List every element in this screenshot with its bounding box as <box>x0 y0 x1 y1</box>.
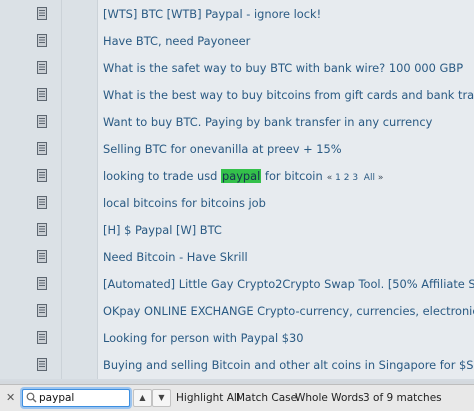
find-input[interactable]: paypal <box>22 389 130 407</box>
document-icon <box>37 115 47 128</box>
thread-title-link[interactable]: looking to trade usd paypal for bitcoin «… <box>103 162 383 190</box>
search-match-highlight: paypal <box>220 169 262 183</box>
thread-title-link[interactable]: [WTS] BTC [WTB] Paypal - ignore lock! <box>103 0 321 28</box>
highlight-all-toggle[interactable]: Highlight All <box>176 389 240 407</box>
document-icon <box>37 34 47 47</box>
search-icon <box>26 392 37 403</box>
thread-row: What is the safet way to buy BTC with ba… <box>0 54 474 84</box>
document-icon <box>37 304 47 317</box>
page-link-all[interactable]: All <box>364 173 375 183</box>
thread-title-link[interactable]: OKpay ONLINE EXCHANGE Crypto-currency, c… <box>103 297 474 325</box>
thread-title-link[interactable]: [Automated] Little Gay Crypto2Crypto Swa… <box>103 270 474 298</box>
title-text: for bitcoin <box>261 169 323 183</box>
match-case-toggle[interactable]: Match Case <box>236 389 297 407</box>
document-icon <box>37 196 47 209</box>
title-text: looking to trade usd <box>103 169 221 183</box>
page-prev-link[interactable]: « <box>327 173 333 183</box>
find-input-value: paypal <box>39 392 75 404</box>
document-icon <box>37 223 47 236</box>
page-next-link[interactable]: » <box>378 173 384 183</box>
thread-row: Looking for person with Paypal $30 <box>0 324 474 354</box>
find-previous-button[interactable]: ▲ <box>133 389 152 407</box>
thread-row: Have BTC, need Payoneer <box>0 27 474 57</box>
document-icon <box>37 169 47 182</box>
thread-row: [H] $ Paypal [W] BTC <box>0 216 474 246</box>
thread-title-link[interactable]: Need Bitcoin - Have Skrill <box>103 243 248 271</box>
document-icon <box>37 88 47 101</box>
thread-row: Want to buy BTC. Paying by bank transfer… <box>0 108 474 138</box>
close-icon[interactable]: ✕ <box>6 391 15 405</box>
thread-list: [WTS] BTC [WTB] Paypal - ignore lock! Ha… <box>0 0 474 381</box>
thread-row: [WTS] BTC [WTB] Paypal - ignore lock! <box>0 0 474 30</box>
thread-row: Buying and selling Bitcoin and other alt… <box>0 351 474 381</box>
thread-row: Need Bitcoin - Have Skrill <box>0 243 474 273</box>
document-icon <box>37 358 47 371</box>
thread-row: looking to trade usd paypal for bitcoin «… <box>0 162 474 192</box>
page-link-3[interactable]: 3 <box>352 173 358 183</box>
thread-title-link[interactable]: What is the best way to buy bitcoins fro… <box>103 81 474 109</box>
thread-title-link[interactable]: local bitcoins for bitcoins job <box>103 189 266 217</box>
thread-title-link[interactable]: What is the safet way to buy BTC with ba… <box>103 54 463 82</box>
thread-row: What is the best way to buy bitcoins fro… <box>0 81 474 111</box>
document-icon <box>37 61 47 74</box>
thread-title-link[interactable]: Buying and selling Bitcoin and other alt… <box>103 351 474 379</box>
document-icon <box>37 331 47 344</box>
page-link-1[interactable]: 1 <box>335 173 341 183</box>
thread-title-link[interactable]: Selling BTC for onevanilla at preev + 15… <box>103 135 342 163</box>
whole-words-toggle[interactable]: Whole Words <box>295 389 364 407</box>
page-links: « 1 2 3 All » <box>327 173 384 183</box>
thread-title-link[interactable]: [H] $ Paypal [W] BTC <box>103 216 222 244</box>
thread-title-link[interactable]: Looking for person with Paypal $30 <box>103 324 303 352</box>
document-icon <box>37 142 47 155</box>
thread-title-link[interactable]: Have BTC, need Payoneer <box>103 27 250 55</box>
thread-row: OKpay ONLINE EXCHANGE Crypto-currency, c… <box>0 297 474 327</box>
match-count-status: 3 of 9 matches <box>363 392 442 404</box>
document-icon <box>37 277 47 290</box>
thread-row: Selling BTC for onevanilla at preev + 15… <box>0 135 474 165</box>
thread-row: local bitcoins for bitcoins job <box>0 189 474 219</box>
document-icon <box>37 250 47 263</box>
find-bar: ✕ paypal ▲ ▼ Highlight All Match Case Wh… <box>0 384 474 411</box>
document-icon <box>37 7 47 20</box>
find-next-button[interactable]: ▼ <box>152 389 171 407</box>
thread-row: [Automated] Little Gay Crypto2Crypto Swa… <box>0 270 474 300</box>
thread-title-link[interactable]: Want to buy BTC. Paying by bank transfer… <box>103 108 432 136</box>
page-link-2[interactable]: 2 <box>344 173 350 183</box>
